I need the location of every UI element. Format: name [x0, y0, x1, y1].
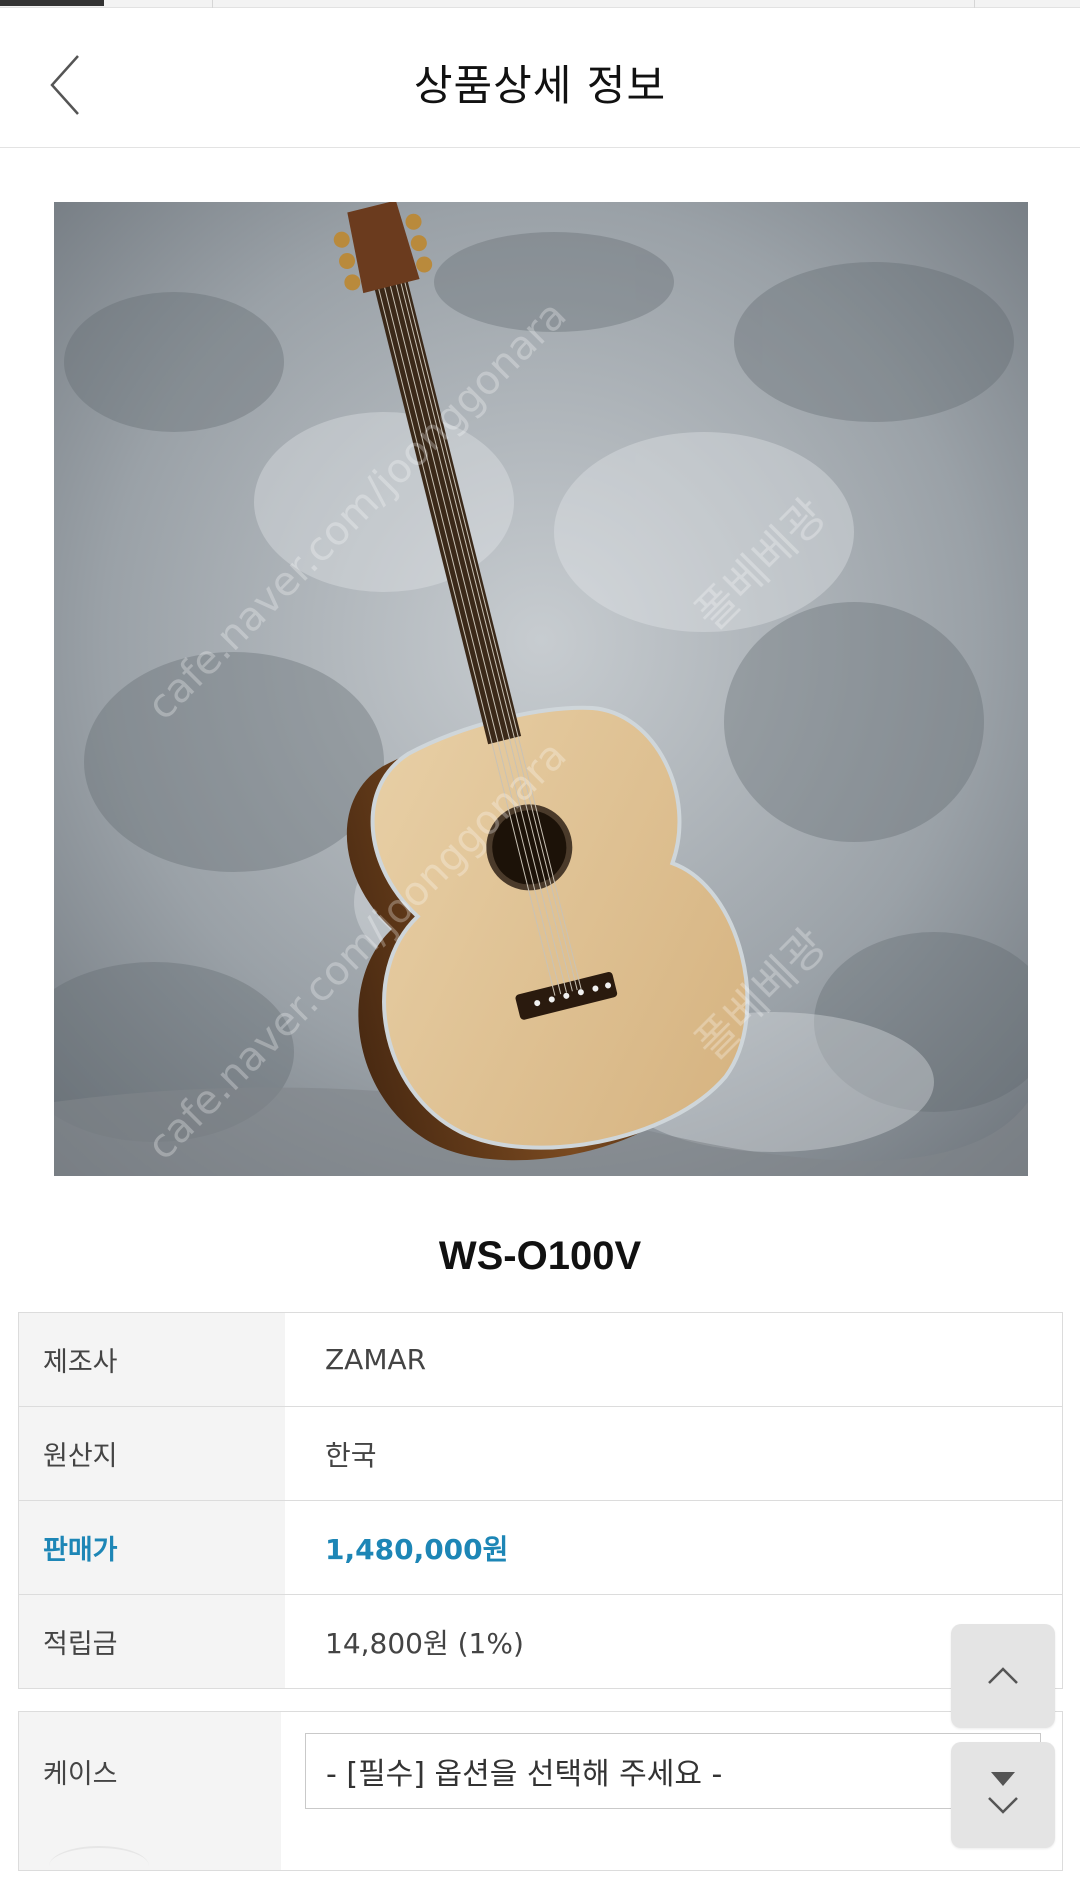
- chevron-down-icon: [988, 1772, 1018, 1814]
- scroll-to-top-button[interactable]: [951, 1624, 1055, 1728]
- browser-tab-strip: [0, 0, 1080, 8]
- tab-divider: [212, 0, 213, 8]
- info-row-points: 적립금 14,800원 (1%): [19, 1595, 1062, 1689]
- info-label: 판매가: [19, 1501, 285, 1594]
- info-row-manufacturer: 제조사 ZAMAR: [19, 1313, 1062, 1407]
- page-header: 상품상세 정보: [0, 8, 1080, 148]
- info-label: 제조사: [19, 1313, 285, 1406]
- active-tab-indicator: [0, 0, 104, 6]
- info-label: 원산지: [19, 1407, 285, 1500]
- case-option-select[interactable]: - [필수] 옵션을 선택해 주세요 -: [305, 1733, 1041, 1809]
- product-image: cafe.naver.com/joonggonara cafe.naver.co…: [54, 202, 1028, 1176]
- product-name: WS-O100V: [438, 1234, 642, 1278]
- info-label: 적립금: [19, 1595, 285, 1688]
- scroll-to-bottom-button[interactable]: [951, 1742, 1055, 1848]
- info-value: 한국: [325, 1438, 377, 1472]
- price-value: 1,480,000원: [325, 1532, 509, 1566]
- info-row-price: 판매가 1,480,000원: [19, 1501, 1062, 1595]
- tab-divider: [974, 0, 975, 8]
- chevron-up-icon: [988, 1667, 1018, 1684]
- partial-circle-icon: [49, 1846, 149, 1886]
- info-value: 14,800원 (1%): [325, 1626, 524, 1660]
- product-info-table: 제조사 ZAMAR 원산지 한국 판매가 1,480,000원 적립금 14,8…: [18, 1312, 1063, 1689]
- info-value: ZAMAR: [325, 1343, 427, 1376]
- info-row-origin: 원산지 한국: [19, 1407, 1062, 1501]
- page-title: 상품상세 정보: [413, 61, 667, 110]
- option-label: 케이스: [19, 1712, 281, 1870]
- option-table: 케이스 - [필수] 옵션을 선택해 주세요 -: [18, 1711, 1063, 1871]
